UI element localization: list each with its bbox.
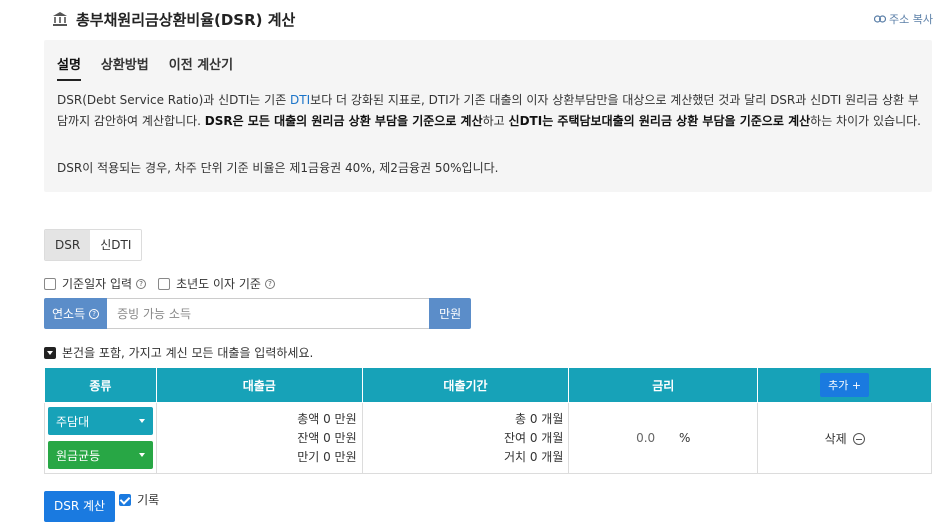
amount-cell: 총액 0 만원 잔액 0 만원 만기 0 만원 [155,402,363,474]
income-unit: 만원 [429,298,472,329]
desc-text-c: 하고 [482,114,509,128]
dti-link[interactable]: DTI [290,93,310,107]
tab-previous-calculator[interactable]: 이전 계산기 [169,54,233,81]
bank-icon [52,11,68,27]
first-year-interest-option[interactable]: 초년도 이자 기준 ? [158,275,275,292]
notice-row: 본건을 포함, 가지고 계신 모든 대출을 입력하세요. [44,344,313,361]
grace-period[interactable]: 거치 0 개월 [368,448,563,467]
title-row: 총부채원리금상환비율(DSR) 계산 주소 복사 [52,8,933,30]
header-period: 대출기간 [361,367,570,403]
maturity-amount[interactable]: 만기 0 만원 [162,448,356,467]
help-icon[interactable]: ? [264,278,275,289]
income-label-text: 연소득 [52,307,86,321]
page-title: 총부채원리금상환비율(DSR) 계산 [76,10,296,29]
desc-bold-newdti: 신DTI는 주택담보대출의 원리금 상환 부담을 기준으로 계산 [508,114,811,128]
description-tabs: 설명 상환방법 이전 계산기 [57,54,253,81]
mode-toggle: DSR 신DTI [44,229,143,261]
copy-address-label: 주소 복사 [889,13,933,26]
first-year-interest-label: 초년도 이자 기준 [176,277,261,291]
help-icon[interactable]: ? [89,308,100,319]
first-year-interest-checkbox[interactable] [158,277,171,290]
copy-address-link[interactable]: 주소 복사 [874,11,933,27]
delete-button[interactable]: 삭제 [825,432,865,446]
tab-description[interactable]: 설명 [57,54,81,81]
description-panel: 설명 상환방법 이전 계산기 DSR(Debt Service Ratio)과 … [44,40,932,192]
options-row: 기준일자 입력 ? 초년도 이자 기준 ? [44,275,287,292]
bottom-row: DSR 계산 기록 [44,491,159,522]
add-loan-button[interactable]: 추가 + [820,373,870,397]
desc-bold-dsr: DSR은 모든 대출의 원리금 상환 부담을 기준으로 계산 [204,114,483,128]
total-period[interactable]: 총 0 개월 [368,410,563,429]
header-rate: 금리 [568,367,759,403]
rate-input[interactable]: 0.0 [636,431,655,445]
loan-table: 종류 대출금 대출기간 금리 추가 + 주담대 원금균등 총액 0 만원 잔액 … [44,367,932,474]
chevron-down-icon [138,453,145,457]
repayment-method-value: 원금균등 [56,448,101,463]
record-label: 기록 [137,493,160,507]
caret-down-icon[interactable] [44,346,56,359]
type-cell: 주담대 원금균등 [44,402,157,474]
desc-text-a: DSR(Debt Service Ratio)과 신DTI는 기존 [57,93,291,107]
chevron-down-icon [138,419,145,423]
balance-amount[interactable]: 잔액 0 만원 [162,429,356,448]
rate-cell: 0.0 % [568,402,759,474]
notice-text: 본건을 포함, 가지고 계신 모든 대출을 입력하세요. [62,346,314,360]
repayment-method-select[interactable]: 원금균등 [48,441,153,469]
help-icon[interactable]: ? [136,278,147,289]
income-row: 연소득 ? 증빙 가능 소득 만원 [44,298,472,329]
income-label: 연소득 ? [44,298,108,329]
desc-text-d: 하는 차이가 있습니다. [810,114,921,128]
description-paragraph-2: DSR이 적용되는 경우, 차주 단위 기준 비율은 제1금융권 40%, 제2… [57,161,499,175]
base-date-label: 기준일자 입력 [62,277,133,291]
header-type: 종류 [44,367,157,403]
loan-type-select[interactable]: 주담대 [48,407,153,435]
tab-repayment-method[interactable]: 상환방법 [101,54,149,81]
link-icon [874,15,887,23]
base-date-checkbox[interactable] [44,277,56,290]
description-paragraph-1: DSR(Debt Service Ratio)과 신DTI는 기존 DTI보다 … [57,90,922,132]
period-cell: 총 0 개월 잔여 0 개월 거치 0 개월 [361,402,570,474]
header-actions: 추가 + [757,367,932,403]
remaining-period[interactable]: 잔여 0 개월 [368,429,563,448]
delete-label: 삭제 [824,431,847,446]
mode-dsr-button[interactable]: DSR [45,230,91,260]
minus-circle-icon [852,433,865,445]
table-row: 주담대 원금균등 총액 0 만원 잔액 0 만원 만기 0 만원 총 0 개월 … [44,402,932,474]
base-date-option[interactable]: 기준일자 입력 ? [44,275,147,292]
income-input[interactable]: 증빙 가능 소득 [107,298,430,329]
total-amount[interactable]: 총액 0 만원 [162,410,356,429]
header-amount: 대출금 [155,367,363,403]
delete-cell: 삭제 [757,402,932,474]
record-checkbox[interactable] [119,493,132,506]
mode-newdti-button[interactable]: 신DTI [90,230,142,260]
rate-unit: % [679,431,691,445]
loan-type-value: 주담대 [56,414,90,429]
dsr-calculate-button[interactable]: DSR 계산 [44,491,116,522]
